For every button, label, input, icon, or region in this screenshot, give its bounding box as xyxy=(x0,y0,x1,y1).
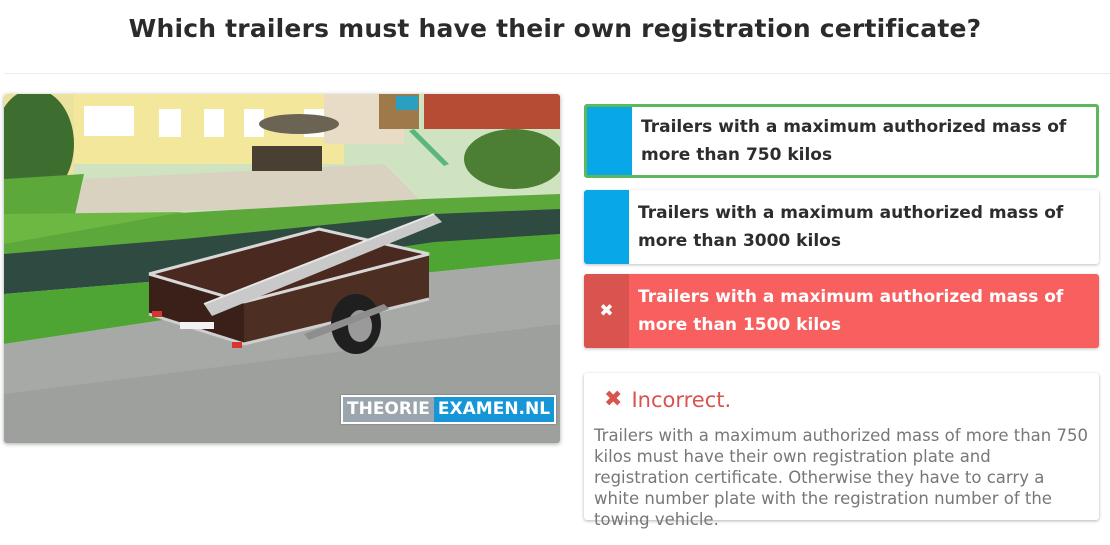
answer-option-label: Trailers with a maximum authorized mass … xyxy=(641,117,1067,165)
option-marker xyxy=(584,190,629,264)
logo-left-text: THEORIE xyxy=(343,397,434,422)
logo-right-text: EXAMEN.NL xyxy=(433,397,555,422)
answer-option-correct[interactable]: Trailers with a maximum authorized mass … xyxy=(584,104,1099,178)
answer-option-selected-wrong[interactable]: ✖ Trailers with a maximum authorized mas… xyxy=(584,274,1099,348)
feedback-panel: ✖ Incorrect. Trailers with a maximum aut… xyxy=(584,373,1099,529)
theorie-examen-logo: THEORIE EXAMEN.NL xyxy=(341,395,557,424)
wrong-answer-x-icon: ✖ xyxy=(584,274,629,348)
divider xyxy=(4,73,1110,74)
incorrect-x-icon: ✖ xyxy=(604,387,623,412)
answer-option-label: Trailers with a maximum authorized mass … xyxy=(638,287,1064,335)
feedback-status-label: Incorrect. xyxy=(631,387,732,412)
feedback-explanation: Trailers with a maximum authorized mass … xyxy=(594,426,1088,529)
answer-option[interactable]: Trailers with a maximum authorized mass … xyxy=(584,190,1099,264)
question-image: THEORIE EXAMEN.NL xyxy=(4,94,560,443)
feedback-status: ✖ Incorrect. xyxy=(604,387,731,412)
answer-option-label: Trailers with a maximum authorized mass … xyxy=(638,203,1064,251)
option-marker xyxy=(587,107,632,175)
question-title: Which trailers must have their own regis… xyxy=(128,14,982,43)
